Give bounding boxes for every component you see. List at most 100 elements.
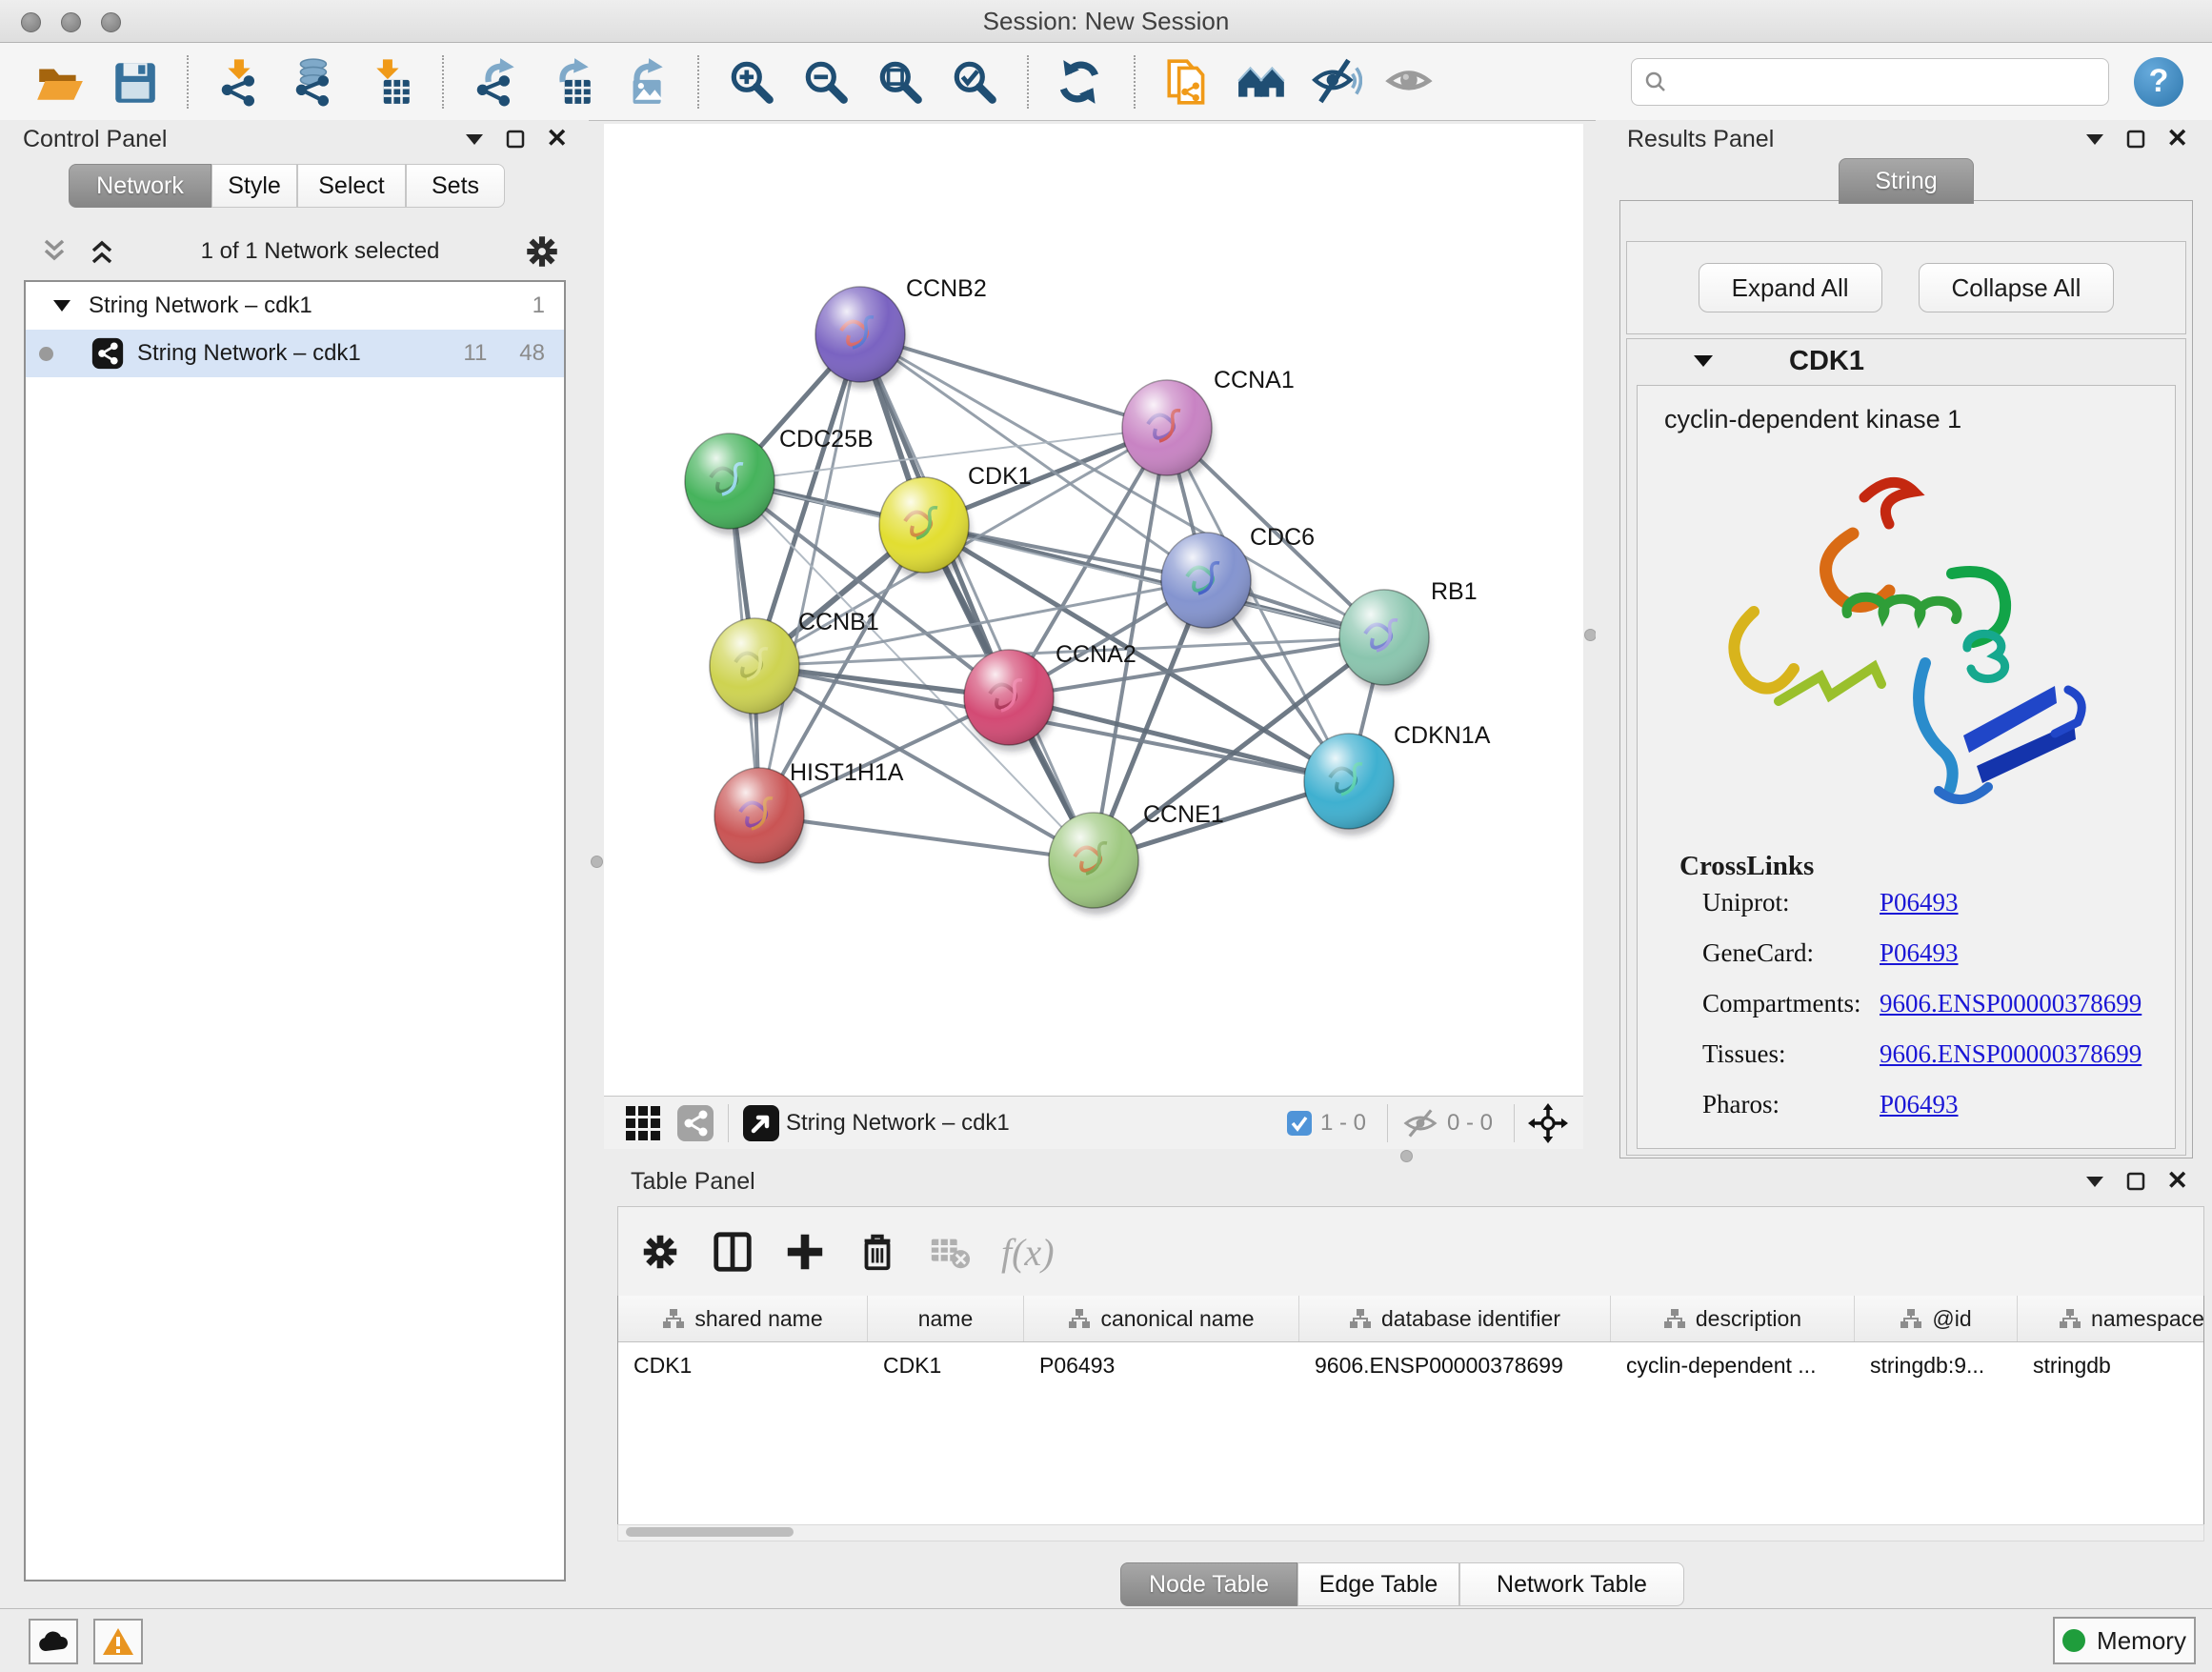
crosslink-value-link[interactable]: P06493: [1880, 1090, 1959, 1119]
collapse-all-button[interactable]: Collapse All: [1919, 263, 2115, 312]
export-network-button[interactable]: [469, 54, 524, 110]
float-panel-icon[interactable]: [2126, 130, 2145, 149]
search-box[interactable]: [1631, 58, 2109, 106]
cell-shared-name[interactable]: CDK1: [618, 1342, 868, 1388]
node-CDC25B[interactable]: [685, 433, 776, 535]
tab-sets[interactable]: Sets: [406, 164, 505, 208]
import-network-file-button[interactable]: [213, 54, 269, 110]
import-network-file-icon: [215, 56, 267, 108]
tab-select[interactable]: Select: [297, 164, 406, 208]
panel-menu-icon[interactable]: [2084, 132, 2105, 146]
selected-count-checkbox-icon[interactable]: [1286, 1110, 1313, 1137]
collapse-entry-icon[interactable]: [1692, 353, 1715, 369]
column-header-namespace[interactable]: namespace: [2018, 1296, 2204, 1341]
network-canvas[interactable]: CCNB2CCNA1CDC25BCDK1CDC6RB1CCNB1CCNA2CDK…: [604, 124, 1583, 1096]
create-column-plus-icon[interactable]: [780, 1227, 830, 1277]
houses-button[interactable]: [1235, 54, 1290, 110]
fit-content-crosshair-icon[interactable]: [1528, 1103, 1568, 1143]
node-CCNA1[interactable]: [1122, 380, 1214, 482]
zoom-in-button[interactable]: [724, 54, 779, 110]
column-header-shared-name[interactable]: shared name: [618, 1296, 868, 1341]
export-image-button[interactable]: [617, 54, 673, 110]
node-CCNB1[interactable]: [710, 618, 801, 720]
column-header--id[interactable]: @id: [1855, 1296, 2018, 1341]
entry-description: cyclin-dependent kinase 1: [1664, 405, 2175, 434]
import-network-database-button[interactable]: [288, 54, 343, 110]
edge-CCNB2-HIST1H1A[interactable]: [759, 334, 860, 816]
cell-canonical-name[interactable]: P06493: [1024, 1342, 1299, 1388]
left-splitter-handle[interactable]: [591, 856, 603, 868]
cell-name[interactable]: CDK1: [868, 1342, 1024, 1388]
crosslink-value-link[interactable]: P06493: [1880, 888, 1959, 917]
tree-expander-icon[interactable]: [52, 299, 71, 312]
cell-database-identifier[interactable]: 9606.ENSP00000378699: [1299, 1342, 1611, 1388]
hide-graphics-eye-button[interactable]: [1309, 54, 1364, 110]
crosslink-value-link[interactable]: 9606.ENSP00000378699: [1880, 989, 2142, 1018]
expand-all-tree-icon[interactable]: [86, 237, 118, 266]
open-session-button[interactable]: [32, 54, 88, 110]
tab-style[interactable]: Style: [211, 164, 297, 208]
node-CDK1[interactable]: [879, 477, 971, 579]
cell-description[interactable]: cyclin-dependent ...: [1611, 1342, 1855, 1388]
column-header-description[interactable]: description: [1611, 1296, 1855, 1341]
zoom-out-button[interactable]: [798, 54, 854, 110]
share-document-button[interactable]: [1160, 54, 1216, 110]
tab-node-table[interactable]: Node Table: [1120, 1562, 1297, 1606]
grid-view-icon[interactable]: [625, 1105, 661, 1141]
panel-menu-icon[interactable]: [2084, 1175, 2105, 1188]
crosslink-value-link[interactable]: P06493: [1880, 938, 1959, 968]
edge-HIST1H1A-CCNE1[interactable]: [759, 816, 1094, 860]
cell-namespace[interactable]: stringdb: [2018, 1342, 2204, 1388]
collapse-all-tree-icon[interactable]: [38, 237, 70, 266]
help-button[interactable]: ?: [2134, 57, 2183, 107]
birdseye-view-icon[interactable]: [742, 1104, 780, 1142]
expand-all-button[interactable]: Expand All: [1699, 263, 1882, 312]
node-CCNA2[interactable]: [964, 650, 1056, 752]
crosslink-value-link[interactable]: 9606.ENSP00000378699: [1880, 1039, 2142, 1069]
tab-network[interactable]: Network: [69, 164, 211, 208]
zoom-fit-button[interactable]: [873, 54, 928, 110]
node-CCNB2[interactable]: [815, 287, 907, 389]
column-header-database-identifier[interactable]: database identifier: [1299, 1296, 1611, 1341]
node-RB1[interactable]: [1339, 590, 1431, 692]
memory-button[interactable]: Memory: [2053, 1617, 2196, 1664]
eye-button[interactable]: [1383, 54, 1438, 110]
delete-column-trash-icon[interactable]: [853, 1227, 902, 1277]
refresh-view-button[interactable]: [1054, 54, 1109, 110]
column-header-name[interactable]: name: [868, 1296, 1024, 1341]
close-panel-icon[interactable]: ✕: [546, 126, 568, 151]
open-session-icon: [34, 56, 86, 108]
scrollbar-thumb[interactable]: [626, 1527, 794, 1537]
table-settings-gear-icon[interactable]: [635, 1227, 685, 1277]
cloud-status-button[interactable]: [29, 1619, 78, 1664]
search-input[interactable]: [1668, 63, 2108, 101]
network-tree-row[interactable]: String Network – cdk11: [26, 282, 564, 330]
bottom-splitter-handle[interactable]: [1400, 1150, 1413, 1162]
network-options-gear-icon[interactable]: [522, 232, 562, 272]
column-header-canonical-name[interactable]: canonical name: [1024, 1296, 1299, 1341]
close-panel-icon[interactable]: ✕: [2166, 126, 2188, 151]
show-columns-icon[interactable]: [708, 1227, 757, 1277]
table-horizontal-scrollbar[interactable]: [617, 1524, 2204, 1541]
node-CDC6[interactable]: [1161, 533, 1253, 635]
tab-string[interactable]: String: [1839, 158, 1974, 204]
import-table-file-button[interactable]: [362, 54, 417, 110]
node-CDKN1A[interactable]: [1304, 734, 1396, 836]
export-table-button[interactable]: [543, 54, 598, 110]
float-panel-icon[interactable]: [506, 130, 525, 149]
panel-menu-icon[interactable]: [464, 132, 485, 146]
string-network-graph[interactable]: CCNB2CCNA1CDC25BCDK1CDC6RB1CCNB1CCNA2CDK…: [604, 124, 1583, 1096]
float-panel-icon[interactable]: [2126, 1172, 2145, 1191]
node-CCNE1[interactable]: [1049, 813, 1140, 915]
warnings-button[interactable]: [93, 1619, 143, 1664]
save-session-button[interactable]: [107, 54, 162, 110]
network-share-view-icon[interactable]: [676, 1104, 714, 1142]
close-panel-icon[interactable]: ✕: [2166, 1168, 2188, 1194]
zoom-selected-button[interactable]: [947, 54, 1002, 110]
network-tree-row[interactable]: String Network – cdk11148: [26, 330, 564, 377]
cell--id[interactable]: stringdb:9...: [1855, 1342, 2018, 1388]
node-table[interactable]: shared namename canonical name database …: [617, 1296, 2204, 1541]
crosslink-row: Pharos:P06493: [1702, 1090, 2175, 1119]
tab-edge-table[interactable]: Edge Table: [1297, 1562, 1459, 1606]
tab-network-table[interactable]: Network Table: [1459, 1562, 1684, 1606]
